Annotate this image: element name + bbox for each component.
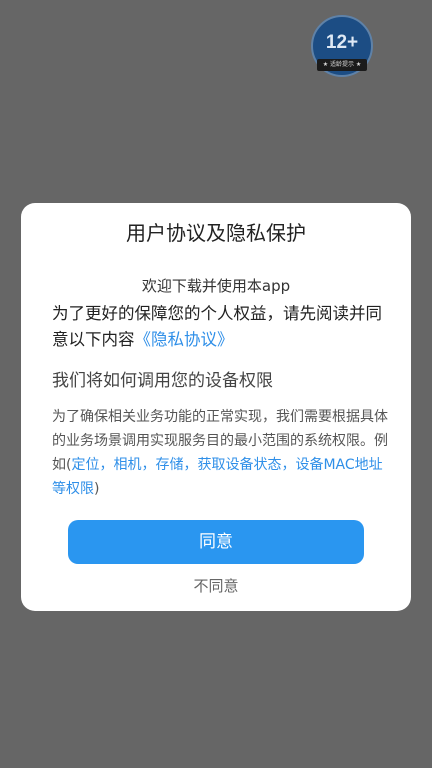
age-rating-caption: ★ 适龄提示 ★ (317, 59, 367, 71)
intro-paragraph: 为了更好的保障您的个人权益，请先阅读并同意以下内容《隐私协议》 (52, 301, 384, 353)
age-rating-number: 12+ (325, 32, 359, 53)
permissions-heading: 我们将如何调用您的设备权限 (52, 371, 273, 391)
disagree-button[interactable]: 不同意 (21, 575, 411, 597)
agree-button[interactable]: 同意 (68, 520, 364, 564)
welcome-text: 欢迎下载并使用本app (141, 277, 291, 295)
permissions-description: 为了确保相关业务功能的正常实现，我们需要根据具体的业务场景调用实现服务目的最小范… (52, 405, 388, 501)
dialog-title: 用户协议及隐私保护 (126, 221, 306, 245)
permissions-desc-end: ) (94, 481, 100, 497)
privacy-dialog: 用户协议及隐私保护 欢迎下载并使用本app 为了更好的保障您的个人权益，请先阅读… (21, 203, 411, 611)
age-rating-badge: 12+ ★ 适龄提示 ★ (311, 15, 373, 77)
permissions-examples-link[interactable]: 定位，相机，存储，获取设备状态，设备MAC地址等权限 (52, 457, 383, 497)
privacy-policy-link[interactable]: 《隐私协议》 (135, 330, 234, 349)
